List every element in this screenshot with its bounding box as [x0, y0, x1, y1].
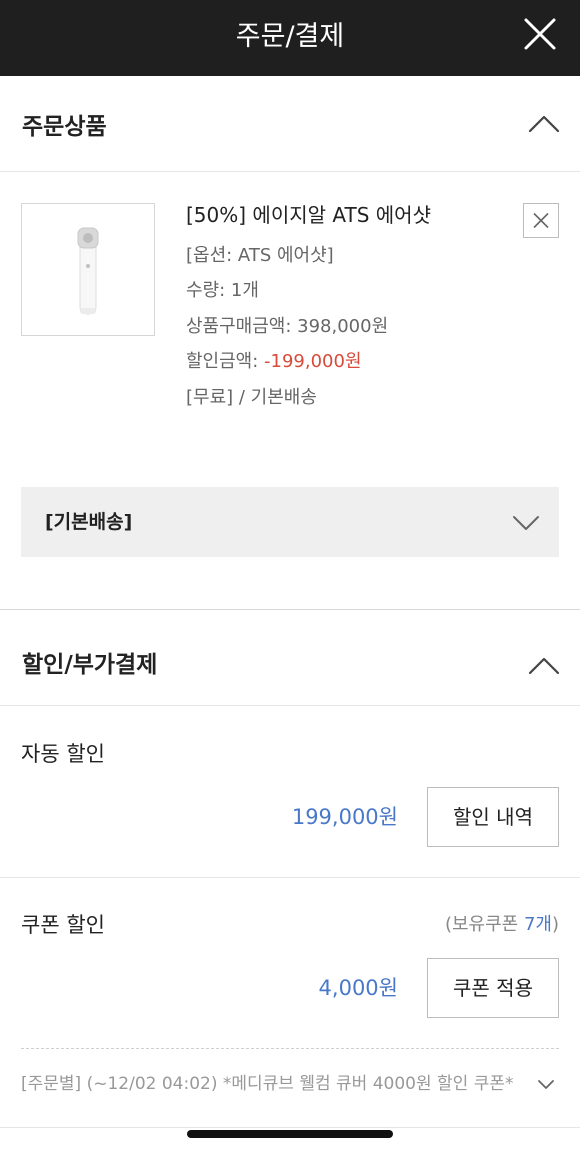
discount-section-title: 할인/부가결제	[22, 652, 158, 678]
row-divider	[0, 1127, 580, 1128]
close-button[interactable]	[520, 14, 560, 54]
chevron-down-icon	[513, 516, 539, 530]
coupon-discount-label: 쿠폰 할인	[21, 913, 105, 937]
close-icon	[533, 212, 549, 229]
owned-coupons-suffix: )	[551, 914, 559, 935]
coupon-discount-amount: 4,000원	[318, 976, 398, 1000]
order-section-header: 주문상품	[0, 76, 580, 172]
product-discount-value: -199,000원	[264, 351, 362, 372]
order-section-title: 주문상품	[22, 114, 107, 140]
row-divider	[0, 877, 580, 878]
product-price-label: 상품구매금액:	[186, 316, 298, 337]
chevron-up-icon	[528, 657, 560, 675]
order-section-collapse-button[interactable]	[528, 108, 560, 140]
product-image	[77, 227, 99, 315]
home-indicator	[187, 1130, 393, 1138]
product-price: 상품구매금액: 398,000원	[186, 314, 388, 340]
top-bar: 주문/결제	[0, 0, 580, 76]
chevron-down-icon[interactable]	[536, 1074, 556, 1094]
owned-coupons: (보유쿠폰 7개)	[445, 912, 559, 938]
product-price-value: 398,000원	[297, 316, 389, 337]
product-quantity: 수량: 1개	[186, 280, 259, 301]
owned-coupons-prefix: (보유쿠폰	[444, 914, 524, 935]
dashed-divider	[21, 1048, 559, 1049]
close-icon	[524, 18, 556, 50]
apply-coupon-button[interactable]: 쿠폰 적용	[427, 958, 559, 1018]
shipping-group-label: [기본배송]	[45, 511, 133, 533]
auto-discount-amount: 199,000원	[291, 805, 398, 829]
product-shipping: [무료] / 기본배송	[186, 387, 317, 408]
product-option: [옵션: ATS 에어샷]	[186, 245, 334, 266]
applied-coupon-detail[interactable]: [주문별] (~12/02 04:02) *메디큐브 웰컴 큐버 4000원 할…	[21, 1071, 516, 1097]
owned-coupons-count: 7개	[523, 914, 552, 935]
product-thumbnail[interactable]	[21, 203, 155, 336]
product-name[interactable]: [50%] 에이지알 ATS 에어샷	[186, 200, 431, 230]
chevron-up-icon	[528, 115, 560, 133]
discount-details-button[interactable]: 할인 내역	[427, 787, 559, 847]
auto-discount-label: 자동 할인	[21, 742, 105, 766]
product-discount: 할인금액: -199,000원	[186, 349, 362, 375]
discount-section-header: 할인/부가결제	[0, 610, 580, 706]
remove-product-button[interactable]	[523, 203, 559, 238]
discount-section-collapse-button[interactable]	[528, 650, 560, 682]
page-title: 주문/결제	[235, 21, 345, 52]
shipping-group-toggle[interactable]: [기본배송]	[21, 487, 559, 557]
product-discount-label: 할인금액:	[186, 351, 265, 372]
